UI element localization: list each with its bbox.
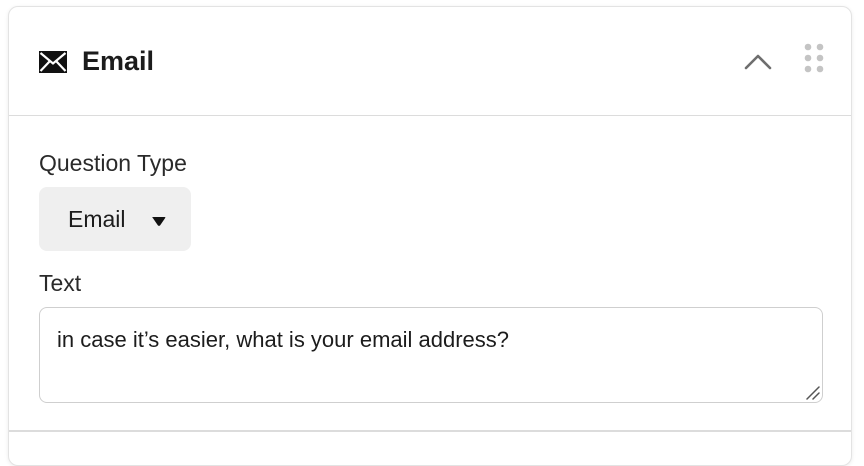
resize-grip-icon[interactable]: [804, 384, 820, 400]
envelope-icon: [39, 51, 67, 73]
divider: [9, 430, 851, 432]
card-header[interactable]: Email: [9, 7, 851, 116]
question-card: Email Question Type Email Text in case i…: [8, 6, 852, 466]
question-type-value: Email: [68, 206, 126, 232]
question-type-label: Question Type: [39, 150, 187, 176]
question-text-field[interactable]: in case it’s easier, what is your email …: [39, 307, 823, 403]
caret-down-icon: [151, 214, 167, 226]
question-type-select[interactable]: Email: [39, 187, 191, 251]
drag-handle-icon[interactable]: [803, 43, 825, 73]
chevron-up-icon[interactable]: [742, 47, 774, 75]
card-title: Email: [82, 46, 155, 76]
text-label: Text: [39, 270, 82, 296]
question-text-value: in case it’s easier, what is your email …: [57, 327, 510, 352]
